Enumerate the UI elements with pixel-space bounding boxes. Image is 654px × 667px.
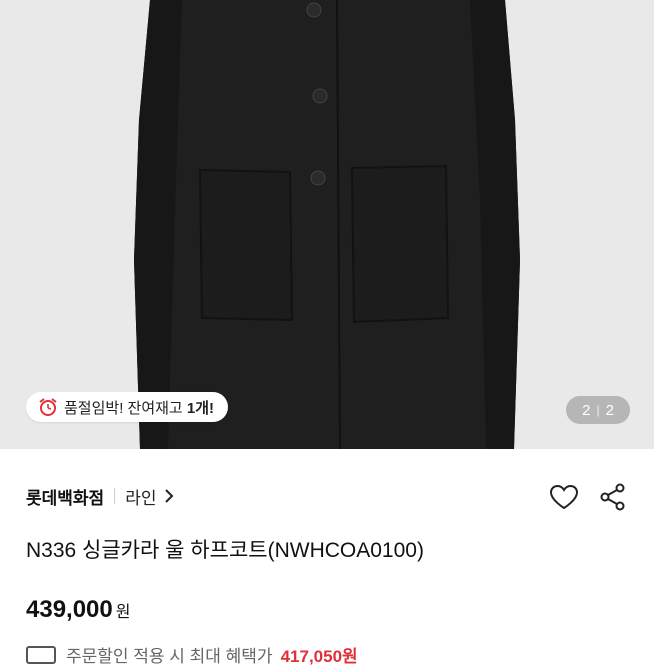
- page-separator: |: [596, 403, 600, 417]
- product-title: N336 싱글카라 울 하프코트(NWHCOA0100): [26, 539, 424, 562]
- price-row: 439,000 원: [26, 596, 131, 624]
- breadcrumb-divider: [114, 488, 116, 504]
- coupon-icon: [26, 645, 56, 664]
- carousel-page-indicator: 2 | 2: [566, 396, 630, 424]
- total-pages: 2: [605, 401, 614, 419]
- brand-breadcrumb[interactable]: 롯데백화점 라인: [26, 483, 174, 509]
- low-stock-text: 품절임박! 잔여재고 1개!: [64, 399, 215, 417]
- product-price: 439,000: [26, 596, 113, 623]
- benefit-price: 417,050원: [280, 647, 358, 666]
- share-icon[interactable]: [600, 483, 626, 511]
- alarm-clock-icon: [39, 398, 57, 416]
- benefit-price-row[interactable]: 주문할인 적용 시 최대 혜택가 417,050원: [26, 642, 358, 667]
- product-image-carousel[interactable]: 품절임박! 잔여재고 1개! 2 | 2: [0, 0, 654, 449]
- heart-icon[interactable]: [549, 484, 579, 510]
- currency-unit: 원: [115, 604, 131, 621]
- brand-name[interactable]: 롯데백화점: [26, 484, 104, 509]
- current-page: 2: [582, 401, 591, 419]
- benefit-label: 주문할인 적용 시 최대 혜택가: [66, 647, 273, 666]
- low-stock-badge: 품절임박! 잔여재고 1개!: [26, 392, 229, 422]
- line-name[interactable]: 라인: [125, 484, 156, 509]
- chevron-right-icon: [165, 489, 174, 503]
- coat-product-image: [134, 0, 520, 449]
